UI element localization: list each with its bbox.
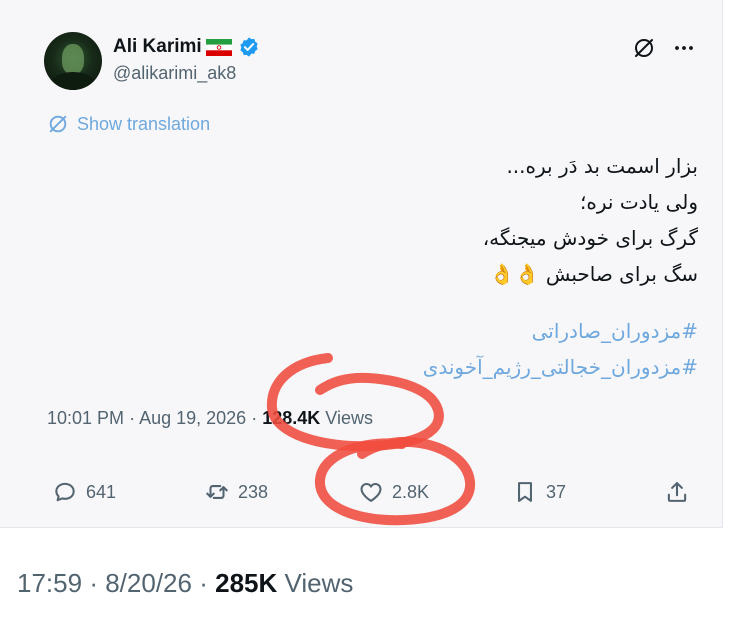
tweet-text-line: سگ برای صاحبش 👌👌 — [489, 262, 698, 286]
reply-button[interactable]: 641 — [52, 474, 116, 510]
footer-date: 8/20/26 — [105, 568, 192, 598]
footer-views-count: 285K — [215, 568, 278, 598]
verified-badge-icon — [240, 37, 258, 57]
tweet-card: Ali Karimi @alikarimi_ak8 Show translati… — [0, 0, 723, 528]
footer-time: 17:59 — [17, 568, 83, 598]
hashtag-link[interactable]: #مزدوران_خجالتی_رژیم_آخوندی — [58, 349, 698, 385]
tweet-text-line: ولی یادت نره؛ — [580, 190, 698, 214]
iran-flag-icon — [205, 38, 232, 56]
more-horizontal-icon[interactable] — [672, 36, 696, 60]
views-count[interactable]: 128.4K — [262, 408, 320, 428]
bookmark-count: 37 — [546, 481, 567, 502]
like-count: 2.8K — [392, 481, 430, 502]
reply-icon — [55, 482, 75, 502]
bookmark-icon — [518, 482, 532, 502]
author-handle[interactable]: @alikarimi_ak8 — [113, 63, 236, 84]
like-button[interactable]: 2.8K — [358, 474, 429, 510]
tweet-text-line: بزار اسمت بد دَر بره... — [506, 154, 698, 178]
avatar-face — [62, 44, 84, 74]
grok-slash-circle-icon[interactable] — [632, 36, 656, 60]
bookmark-button[interactable]: 37 — [512, 474, 566, 510]
author-name-row: Ali Karimi — [113, 35, 260, 59]
tweet-text-line: گرگ برای خودش میجنگه، — [482, 226, 698, 250]
avatar-shoulders — [50, 72, 96, 90]
show-translation-link[interactable]: Show translation — [47, 113, 210, 135]
views-label: Views — [325, 408, 373, 428]
retweet-icon — [206, 485, 228, 499]
meta-separator-2: · — [251, 408, 258, 428]
tweet-actions-bar: 641 238 2.8K 37 — [0, 474, 722, 510]
author-display-name[interactable]: Ali Karimi — [113, 36, 202, 58]
tweet-meta: 10:01 PM · Aug 19, 2026 · 128.4K Views — [47, 408, 373, 429]
footer-separator: · — [89, 568, 98, 598]
hashtag-link[interactable]: #مزدوران_صادراتی — [58, 313, 698, 349]
meta-separator: · — [129, 408, 136, 428]
share-icon — [667, 482, 687, 502]
tweet-hashtags: #مزدوران_صادراتی #مزدوران_خجالتی_رژیم_آخ… — [58, 313, 698, 385]
screenshot-footer-meta: 17:59 · 8/20/26 · 285K Views — [17, 568, 353, 599]
heart-icon — [360, 482, 382, 502]
footer-views-label: Views — [284, 568, 354, 598]
retweet-button[interactable]: 238 — [204, 474, 268, 510]
share-button[interactable] — [664, 474, 690, 510]
tweet-time[interactable]: 10:01 PM — [47, 408, 124, 428]
reply-count: 641 — [86, 481, 117, 502]
tweet-date[interactable]: Aug 19, 2026 — [139, 408, 246, 428]
translate-icon — [49, 115, 67, 133]
avatar[interactable] — [44, 32, 102, 90]
show-translation-label: Show translation — [77, 113, 211, 134]
retweet-count: 238 — [238, 481, 269, 502]
footer-separator-2: · — [199, 568, 208, 598]
tweet-top-icons — [632, 36, 696, 60]
tweet-text: بزار اسمت بد دَر بره... ولی یادت نره؛ گر… — [58, 148, 698, 292]
